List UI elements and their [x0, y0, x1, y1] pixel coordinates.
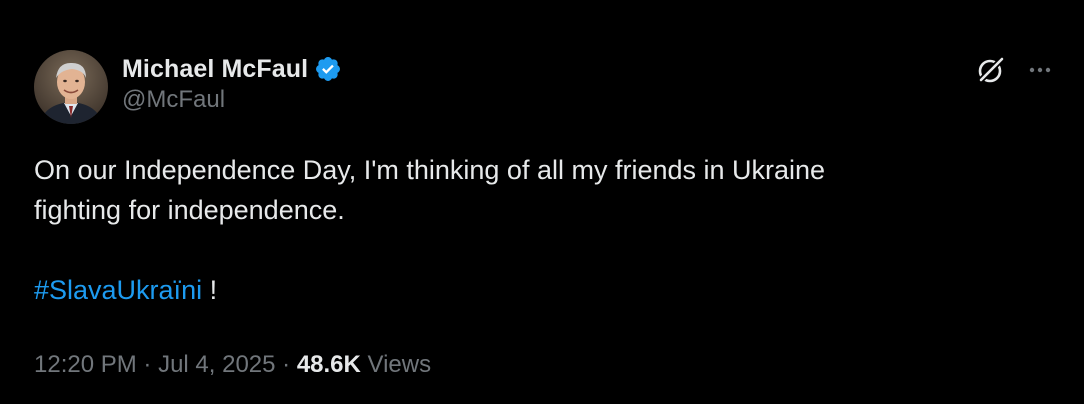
views-count[interactable]: 48.6K: [297, 351, 361, 378]
tweet-meta: 12:20 PM · Jul 4, 2025 · 48.6K Views: [34, 351, 431, 379]
display-name[interactable]: Michael McFaul: [122, 55, 308, 84]
timestamp-date[interactable]: Jul 4, 2025: [158, 351, 275, 378]
verified-badge-icon[interactable]: [314, 55, 342, 83]
tweet-text: On our Independence Day, I'm thinking of…: [34, 150, 1034, 310]
hashtag-line: #SlavaUkraïni !: [34, 270, 1034, 310]
grok-icon[interactable]: [975, 54, 1007, 86]
avatar[interactable]: [34, 50, 108, 124]
tweet-text-line: On our Independence Day, I'm thinking of…: [34, 155, 826, 185]
handle[interactable]: @McFaul: [122, 86, 342, 114]
views-label: Views: [360, 351, 432, 378]
hashtag-link[interactable]: #SlavaUkraïni: [34, 275, 202, 305]
tweet-header: Michael McFaul @McFaul: [122, 52, 342, 114]
tweet-card: Michael McFaul @McFaul On our Independen…: [0, 0, 1084, 404]
meta-separator: ·: [136, 351, 159, 378]
hashtag-suffix: !: [202, 275, 218, 305]
meta-separator: ·: [275, 351, 297, 378]
avatar-image: [34, 50, 108, 124]
timestamp-time[interactable]: 12:20 PM: [34, 351, 137, 378]
more-options-icon[interactable]: [1026, 56, 1054, 84]
name-row: Michael McFaul: [122, 52, 342, 86]
tweet-text-line: fighting for independence.: [34, 195, 345, 225]
